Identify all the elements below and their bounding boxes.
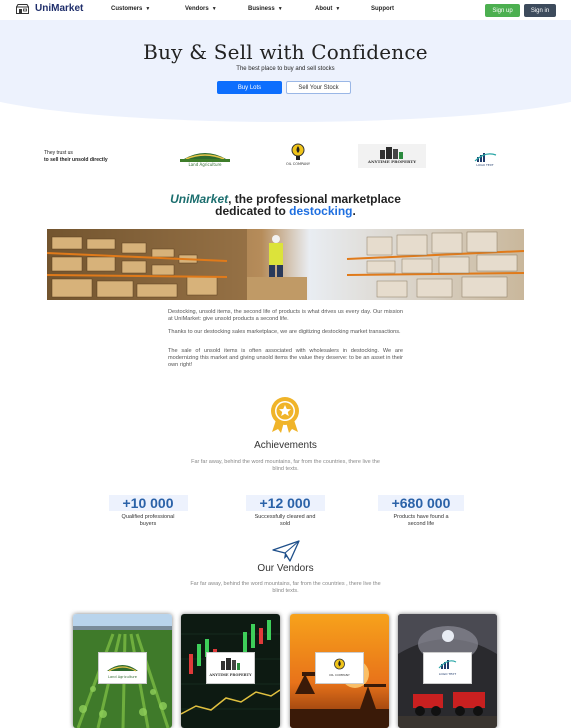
nav-vendors-label: Vendors xyxy=(185,6,209,12)
oil-logo-text: OIL COMPANY xyxy=(286,162,311,166)
intro-line2: dedicated to destocking. xyxy=(0,205,571,217)
nav-customers-label: Customers xyxy=(111,6,143,12)
stat-products-label: Products have found a second life xyxy=(393,514,449,527)
trusted-line1: They trust us xyxy=(44,150,73,156)
property-logo-text: ANYTIME PROPERTY xyxy=(367,159,416,164)
nav-business-dropdown[interactable]: Business ▼ xyxy=(248,6,283,12)
stat-cleared: +12 000 Successfully cleared and sold xyxy=(240,495,330,527)
nav-about-dropdown[interactable]: About ▼ xyxy=(315,6,340,12)
stat-cleared-label: Successfully cleared and sold xyxy=(254,514,316,527)
generic-logo-text: LOGO TEXT xyxy=(476,163,493,167)
stat-buyers-label: Qualified professional buyers xyxy=(121,514,175,527)
stat-cleared-value: +12 000 xyxy=(245,495,325,511)
caret-down-icon: ▼ xyxy=(145,6,151,12)
property-logo-icon: ANYTIME PROPERTY xyxy=(367,147,416,164)
oil-logo-icon: OIL COMPANY xyxy=(286,143,311,166)
paragraph-modernizing: The sale of unsold items is often associ… xyxy=(168,348,403,368)
vendor-logo-oil: OIL COMPANY xyxy=(315,652,364,684)
trusted-line2: to sell their unsold directly xyxy=(44,157,108,163)
nav-vendors-dropdown[interactable]: Vendors ▼ xyxy=(185,6,217,12)
nav-support-label: Support xyxy=(371,6,394,12)
intro-line2-start: dedicated to xyxy=(215,204,290,218)
agriculture-logo-icon: Land Agriculture xyxy=(180,153,230,167)
page: UniMarket Customers ▼ Vendors ▼ Business… xyxy=(0,0,571,728)
sell-stock-button[interactable]: Sell Your Stock xyxy=(286,81,351,94)
warehouse-illustration xyxy=(47,229,524,300)
vendor-logo-text: LOGO TEXT xyxy=(439,672,456,676)
shop-icon xyxy=(16,3,29,14)
partner-logo-generic: LOGO TEXT xyxy=(470,147,500,171)
trusted-by-text: They trust us to sell their unsold direc… xyxy=(44,150,108,164)
vendor-card-oil[interactable]: OIL COMPANY xyxy=(290,614,389,728)
top-navbar: UniMarket Customers ▼ Vendors ▼ Business… xyxy=(0,0,571,20)
agriculture-logo-text: Land Agriculture xyxy=(188,162,222,167)
vendor-logo-generic: LOGO TEXT xyxy=(423,652,472,684)
vendor-card-property[interactable]: ANYTIME PROPERTY xyxy=(181,614,280,728)
vendor-logo-text: Land Agriculture xyxy=(108,675,137,679)
caret-down-icon: ▼ xyxy=(211,6,217,12)
vendor-logo-property: ANYTIME PROPERTY xyxy=(206,652,255,684)
chart-logo-icon: LOGO TEXT xyxy=(474,153,497,167)
intro-end: . xyxy=(352,204,356,218)
vendors-title: Our Vendors xyxy=(257,563,314,574)
achievements-subtitle: Far far away, behind the word mountains,… xyxy=(191,459,380,472)
stat-buyers: +10 000 Qualified professional buyers xyxy=(103,495,193,527)
vendor-card-agriculture[interactable]: Land Agriculture xyxy=(73,614,172,728)
paper-plane-icon xyxy=(272,540,300,562)
brand-logo-link[interactable]: UniMarket xyxy=(16,3,83,14)
signin-button[interactable]: Sign in xyxy=(524,4,556,17)
warehouse-image xyxy=(47,229,524,300)
signup-button[interactable]: Sign up xyxy=(485,4,520,17)
partner-logo-property: ANYTIME PROPERTY xyxy=(358,144,426,168)
vendors-subtitle: Far far away, behind the word mountains,… xyxy=(190,581,381,594)
medal-icon xyxy=(271,397,299,433)
paragraph-digitizing: Thanks to our destocking sales marketpla… xyxy=(168,329,401,335)
nav-support-link[interactable]: Support xyxy=(371,6,394,12)
partner-logo-agriculture: Land Agriculture xyxy=(172,145,238,169)
brand-name: UniMarket xyxy=(35,3,84,14)
intro-highlight: destocking xyxy=(289,204,353,218)
achievements-title: Achievements xyxy=(254,440,317,451)
vendor-card-mining[interactable]: LOGO TEXT xyxy=(398,614,497,728)
intro-heading: UniMarket, the professional marketplace … xyxy=(0,193,571,217)
vendor-logo-text: ANYTIME PROPERTY xyxy=(208,673,252,677)
stat-products: +680 000 Products have found a second li… xyxy=(376,495,466,527)
stat-buyers-value: +10 000 xyxy=(108,495,188,511)
buy-lots-button[interactable]: Buy Lots xyxy=(217,81,282,94)
nav-customers-dropdown[interactable]: Customers ▼ xyxy=(111,6,150,12)
partner-logo-oil: OIL COMPANY xyxy=(278,143,318,167)
vendor-logo-agriculture: Land Agriculture xyxy=(98,652,147,684)
nav-about-label: About xyxy=(315,6,333,12)
vendor-logo-text: OIL COMPANY xyxy=(329,673,350,677)
stat-products-value: +680 000 xyxy=(377,495,465,511)
hero-subtitle: The best place to buy and sell stocks xyxy=(236,66,335,72)
caret-down-icon: ▼ xyxy=(277,6,283,12)
nav-business-label: Business xyxy=(248,6,275,12)
hero-title: Buy & Sell with Confidence xyxy=(143,40,428,64)
caret-down-icon: ▼ xyxy=(335,6,341,12)
paragraph-mission: Destocking, unsold items, the second lif… xyxy=(168,309,403,322)
